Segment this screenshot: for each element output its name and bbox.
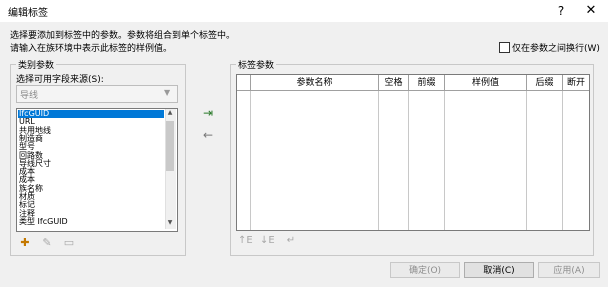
move-down-icon[interactable]: ↓E [260, 234, 275, 248]
edit-parameter-icon[interactable]: ✎ [40, 236, 54, 250]
field-source-value: 导线 [20, 91, 39, 101]
wrap-between-params-label[interactable]: 仅在参数之间换行(W) [512, 41, 600, 54]
instruction-line-2: 请输入在族环境中表示此标签的样例值。 [10, 44, 173, 54]
wrap-between-params-checkbox[interactable] [499, 42, 510, 53]
list-item[interactable]: IfcGUID [18, 109, 164, 119]
delete-parameter-icon[interactable]: ▭ [62, 236, 76, 250]
field-source-label: 选择可用字段来源(S): [16, 75, 104, 85]
chevron-down-icon: ▼ [164, 88, 171, 97]
column-divider [378, 91, 379, 230]
scroll-up-icon[interactable]: ▲ [166, 109, 174, 119]
table-header-suffix: 后缀 [527, 75, 563, 91]
list-item[interactable]: 类型 IfcGUID [19, 217, 68, 226]
column-divider [408, 91, 409, 230]
field-list[interactable]: IfcGUID URL 共用地线 制造商 型号 回路数 导线尺寸 成本 成本 族… [16, 108, 178, 232]
table-header-rownum [237, 75, 251, 91]
apply-button[interactable]: 应用(A) [538, 262, 600, 278]
column-divider [250, 91, 251, 230]
label-params-table[interactable]: 参数名称 空格 前缀 样例值 后缀 断开 [236, 74, 590, 231]
table-header-space: 空格 [379, 75, 409, 91]
instruction-line-1: 选择要添加到标签中的参数。参数将组合到单个标签中。 [10, 31, 236, 41]
table-header-break: 断开 [563, 75, 589, 91]
ok-button[interactable]: 确定(O) [390, 262, 460, 278]
close-button[interactable]: ✕ [582, 2, 600, 20]
category-params-legend: 类别参数 [16, 58, 57, 71]
table-header-param-name: 参数名称 [251, 75, 379, 91]
cancel-button[interactable]: 取消(C) [464, 262, 534, 278]
move-up-icon[interactable]: ↑E [238, 234, 253, 248]
field-source-select[interactable] [16, 85, 178, 103]
column-divider [444, 91, 445, 230]
wrap-line-icon[interactable]: ↵ [284, 234, 298, 248]
help-button[interactable]: ? [552, 2, 570, 20]
window-title: 编辑标签 [8, 8, 48, 19]
table-header-prefix: 前缀 [409, 75, 445, 91]
remove-from-label-icon[interactable]: ← [200, 128, 216, 142]
column-divider [526, 91, 527, 230]
add-to-label-icon[interactable]: ⇥ [200, 106, 216, 120]
column-divider [562, 91, 563, 230]
title-bar [0, 0, 608, 22]
table-header-sample-value: 样例值 [445, 75, 527, 91]
scroll-thumb[interactable] [166, 121, 174, 171]
label-params-legend: 标签参数 [236, 58, 277, 71]
scroll-down-icon[interactable]: ▼ [166, 219, 174, 229]
new-parameter-icon[interactable]: ✚ [18, 236, 32, 250]
